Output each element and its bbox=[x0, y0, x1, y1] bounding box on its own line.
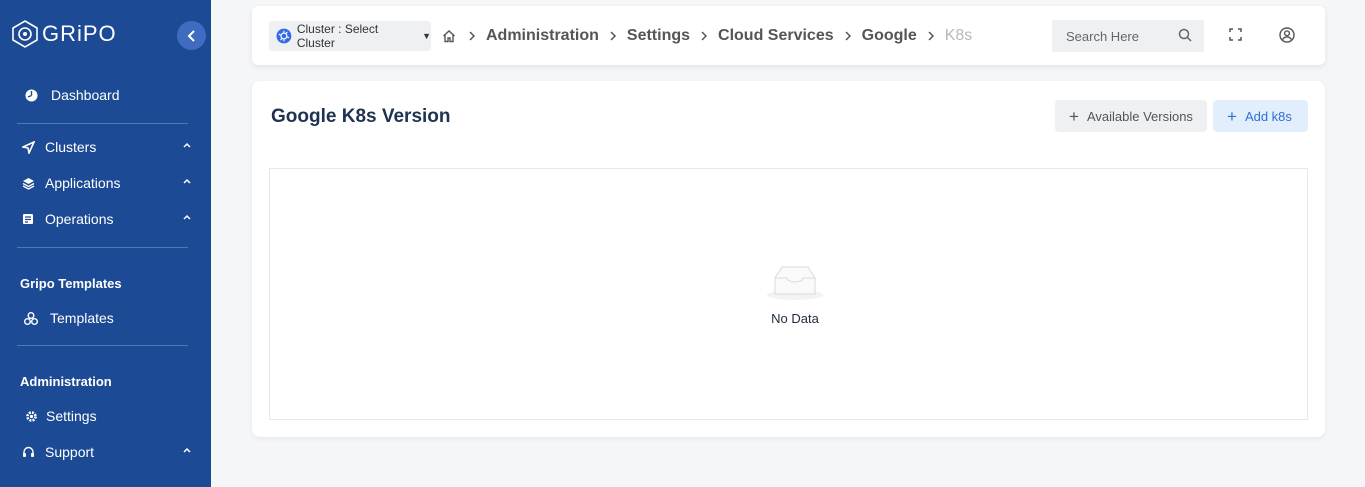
chevron-left-icon bbox=[187, 29, 195, 42]
chevron-up-icon bbox=[183, 214, 191, 220]
sidebar-divider bbox=[17, 247, 188, 248]
chevron-right-icon bbox=[468, 31, 476, 41]
sidebar-item-support[interactable]: Support bbox=[0, 437, 211, 467]
sidebar-item-dashboard[interactable]: Dashboard bbox=[0, 80, 211, 110]
chevron-right-icon bbox=[927, 31, 935, 41]
send-icon bbox=[21, 140, 35, 154]
section-title-administration: Administration bbox=[20, 374, 112, 389]
versions-table: No Data bbox=[269, 168, 1308, 420]
add-k8s-button[interactable]: + Add k8s bbox=[1213, 100, 1308, 132]
headset-icon bbox=[21, 445, 35, 459]
add-k8s-label: Add k8s bbox=[1244, 108, 1292, 124]
sidebar-item-label: Applications bbox=[45, 175, 121, 191]
breadcrumb-settings[interactable]: Settings bbox=[627, 27, 690, 45]
cluster-select-label: Cluster : Select Cluster bbox=[296, 22, 379, 50]
sidebar-collapse-button[interactable] bbox=[177, 21, 206, 50]
sidebar-item-templates[interactable]: Templates bbox=[0, 303, 211, 333]
sidebar-item-clusters[interactable]: Clusters bbox=[0, 132, 211, 162]
gear-icon bbox=[24, 409, 38, 423]
available-versions-button[interactable]: + Available Versions bbox=[1055, 100, 1207, 132]
logo-icon bbox=[12, 20, 38, 48]
home-icon[interactable] bbox=[442, 29, 456, 43]
sidebar-divider bbox=[17, 345, 188, 346]
sidebar-item-label: Operations bbox=[45, 211, 114, 227]
chevron-up-icon bbox=[183, 142, 191, 148]
dashboard-icon bbox=[24, 88, 38, 102]
plus-icon: + bbox=[1069, 106, 1079, 126]
chevron-right-icon bbox=[844, 31, 852, 41]
breadcrumb-administration[interactable]: Administration bbox=[486, 27, 599, 45]
sidebar-item-label: Settings bbox=[46, 408, 97, 424]
sidebar-item-label: Templates bbox=[50, 310, 114, 326]
sidebar-item-applications[interactable]: Applications bbox=[0, 168, 211, 198]
breadcrumb: Administration Settings Cloud Services G… bbox=[442, 26, 972, 46]
fullscreen-icon[interactable] bbox=[1229, 28, 1242, 46]
breadcrumb-current: K8s bbox=[944, 27, 973, 44]
top-bar: Cluster : Select Cluster ▼ Administratio… bbox=[252, 6, 1325, 65]
breadcrumb-cloud-services[interactable]: Cloud Services bbox=[718, 27, 834, 45]
sidebar-item-label: Clusters bbox=[45, 139, 97, 155]
section-title-gripo-templates: Gripo Templates bbox=[20, 276, 122, 291]
sidebar-item-label: Support bbox=[45, 444, 95, 460]
logo[interactable]: GRiPO bbox=[12, 20, 117, 48]
breadcrumb-google[interactable]: Google bbox=[862, 27, 917, 45]
chevron-right-icon bbox=[609, 31, 617, 41]
search-input[interactable] bbox=[1066, 28, 1178, 44]
sidebar-divider bbox=[17, 123, 188, 124]
sidebar-item-operations[interactable]: Operations bbox=[0, 204, 211, 234]
document-icon bbox=[21, 212, 35, 226]
kubernetes-icon bbox=[276, 28, 292, 44]
sidebar-item-settings[interactable]: Settings bbox=[0, 401, 211, 431]
sidebar: GRiPO Dashboard Clusters Applications Op… bbox=[0, 0, 211, 487]
user-icon[interactable] bbox=[1279, 27, 1295, 48]
layers-icon bbox=[21, 176, 35, 190]
logo-text: GRiPO bbox=[42, 21, 117, 46]
chevron-right-icon bbox=[700, 31, 708, 41]
page-title: Google K8s Version bbox=[271, 106, 451, 127]
sidebar-item-label: Dashboard bbox=[51, 87, 120, 103]
templates-icon bbox=[24, 311, 38, 325]
empty-state: No Data bbox=[765, 264, 825, 326]
available-versions-label: Available Versions bbox=[1086, 108, 1193, 124]
cluster-select[interactable]: Cluster : Select Cluster ▼ bbox=[269, 21, 431, 51]
empty-text: No Data bbox=[771, 311, 819, 326]
search-box bbox=[1052, 20, 1204, 52]
search-icon[interactable] bbox=[1178, 28, 1192, 47]
plus-icon: + bbox=[1227, 106, 1237, 126]
caret-down-icon: ▼ bbox=[422, 31, 431, 41]
k8s-version-card: Google K8s Version + Available Versions … bbox=[252, 81, 1325, 437]
empty-inbox-icon bbox=[767, 266, 823, 300]
chevron-up-icon bbox=[183, 178, 191, 184]
chevron-up-icon bbox=[183, 447, 191, 453]
